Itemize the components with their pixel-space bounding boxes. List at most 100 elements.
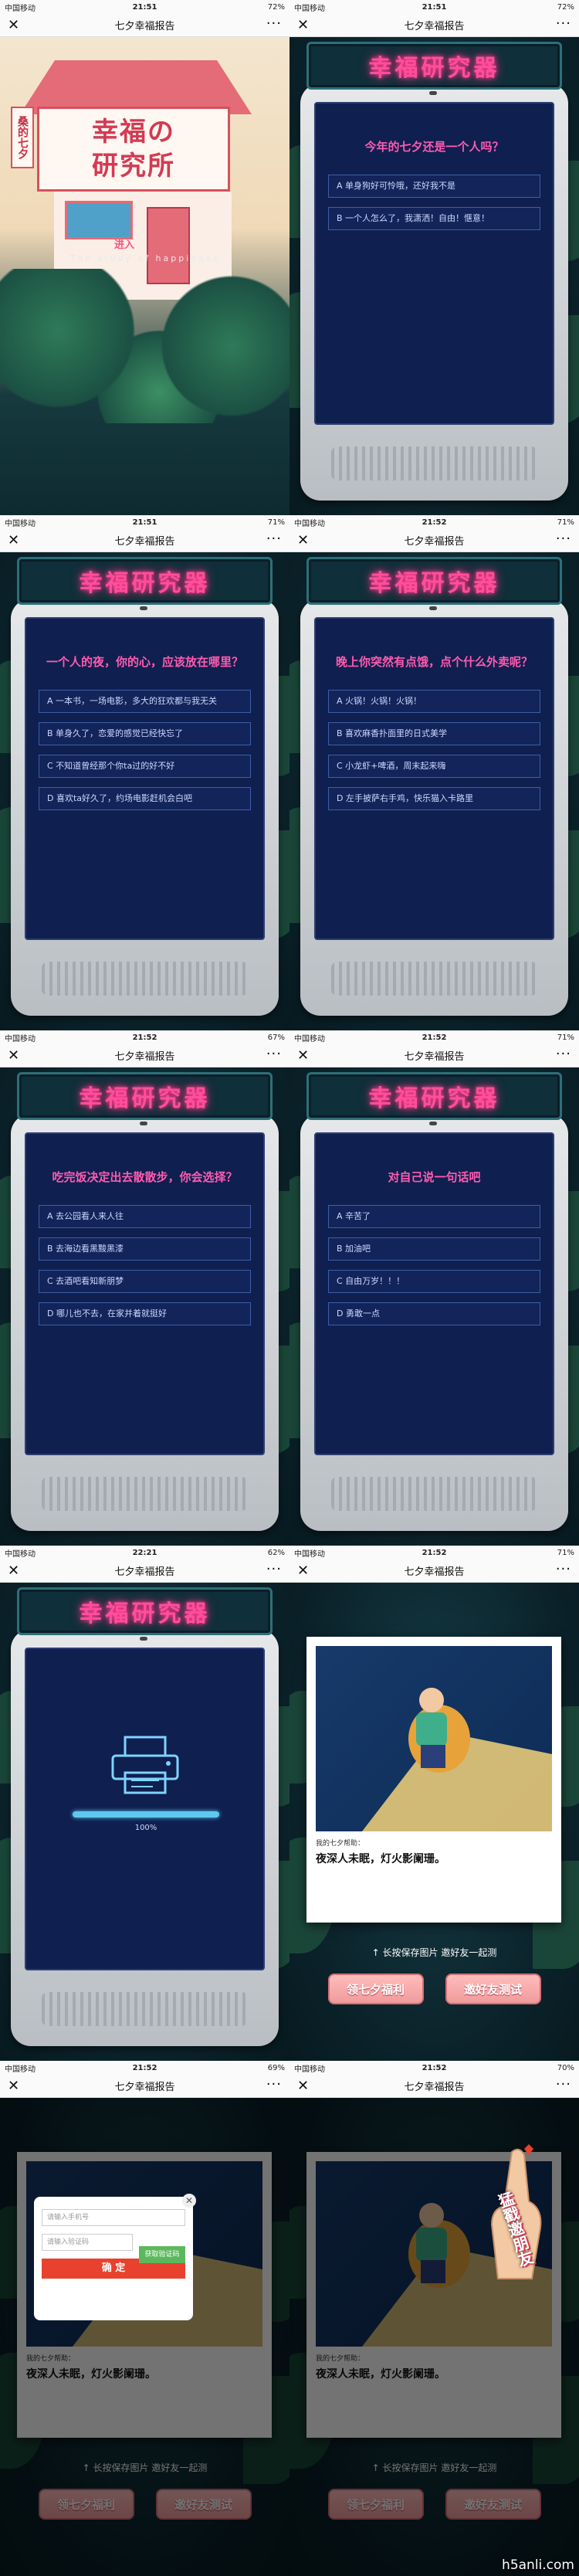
battery-level: 67% — [267, 1033, 285, 1042]
close-icon[interactable]: ✕ — [8, 532, 19, 548]
nav-bar: ✕ 七夕幸福报告 ··· — [0, 1560, 290, 1583]
close-icon[interactable]: ✕ — [8, 1047, 19, 1064]
screen-3: 中国移动 21:51 71% ✕ 七夕幸福报告 ··· 一个人的夜，你的心，应该放在哪里？ A… — [0, 515, 290, 1030]
status-time: 21:51 — [422, 2, 447, 12]
machine-device: 100% — [11, 1629, 279, 2046]
answer-option[interactable]: D 哪儿也不去，在家并着就挺好 — [39, 1302, 251, 1325]
battery-level: 71% — [557, 518, 574, 527]
dialog-close-icon[interactable]: ✕ — [182, 2194, 196, 2208]
screen-7: 中国移动 22:21 62% ✕ 七夕幸福报告 ··· 100% 幸福研究器 — [0, 1546, 290, 2061]
carrier-label: 中国移动 — [5, 519, 36, 528]
answer-option[interactable]: D 勇敢一点 — [328, 1302, 540, 1325]
carrier-label: 中国移动 — [5, 4, 36, 13]
answer-option[interactable]: C 去酒吧看知新朋梦 — [39, 1270, 251, 1293]
neon-sign: 幸福研究器 — [17, 1072, 273, 1120]
status-time: 21:52 — [422, 1033, 447, 1042]
page-title: 七夕幸福报告 — [114, 1566, 175, 1578]
status-time: 21:52 — [132, 2063, 157, 2072]
nav-bar: ✕ 七夕幸福报告 ··· — [0, 14, 290, 37]
page-title: 七夕幸福报告 — [404, 536, 465, 548]
machine-device: 晚上你突然有点饿，点个什么外卖呢？ A 火锅！火锅！火锅！ B 喜欢麻香扑面里的日式… — [300, 599, 568, 1016]
answer-option[interactable]: C 自由万岁！！！ — [328, 1270, 540, 1293]
result-poster[interactable]: 我的七夕帮助： 夜深人未眠，灯火影阑珊。 — [306, 1637, 561, 1923]
carrier-label: 中国移动 — [294, 2065, 325, 2074]
get-code-button[interactable]: 获取验证码 — [139, 2246, 185, 2263]
more-icon[interactable]: ··· — [556, 15, 571, 32]
machine-background: 一个人的夜，你的心，应该放在哪里？ A 一本书，一场电影，多大的狂欢都与我无关 B … — [0, 552, 290, 1030]
close-icon[interactable]: ✕ — [8, 17, 19, 33]
status-time: 21:51 — [132, 2, 157, 12]
question-text: 对自己说一句话吧 — [388, 1170, 481, 1184]
close-icon[interactable]: ✕ — [297, 1563, 309, 1579]
close-icon[interactable]: ✕ — [8, 2078, 19, 2094]
close-icon[interactable]: ✕ — [297, 532, 309, 548]
carrier-label: 中国移动 — [294, 4, 325, 13]
answer-option[interactable]: D 喜欢ta好久了，约场电影赶机会白吧 — [39, 787, 251, 810]
carrier-label: 中国移动 — [5, 2065, 36, 2074]
device-screen: 对自己说一句话吧 A 辛苦了 B 加油吧 C 自由万岁！！！ D 勇敢一点 — [314, 1132, 554, 1455]
more-icon[interactable]: ··· — [556, 1561, 571, 1577]
page-title: 七夕幸福报告 — [404, 2082, 465, 2093]
machine-background: 今年的七夕还是一个人吗？ A 单身狗好可怜哦，还好我不是 B 一个人怎么了，我潇洒！… — [290, 37, 579, 515]
answer-option[interactable]: C 不知道曾经那个你ta过的好不好 — [39, 755, 251, 778]
page-title: 七夕幸福报告 — [404, 1051, 465, 1063]
battery-level: 72% — [267, 2, 285, 12]
close-icon[interactable]: ✕ — [8, 1563, 19, 1579]
poster-illustration — [316, 1646, 552, 1831]
more-icon[interactable]: ··· — [266, 1561, 282, 1577]
more-icon[interactable]: ··· — [266, 1046, 282, 1062]
device-screen: 100% — [25, 1648, 265, 1970]
enter-button[interactable]: 进入 — [114, 236, 134, 251]
answer-option[interactable]: D 左手披萨右手鸡，快乐猫入卡路里 — [328, 787, 540, 810]
answer-option[interactable]: A 一本书，一场电影，多大的狂欢都与我无关 — [39, 690, 251, 713]
invite-button[interactable]: 邀好友测试 — [445, 1974, 541, 2004]
status-bar: 中国移动 21:52 70% — [290, 2061, 579, 2075]
answer-option[interactable]: A 火锅！火锅！火锅！ — [328, 690, 540, 713]
device-screen: 吃完饭决定出去散散步，你会选择？ A 去公园看人来人往 B 去海边看黑黢黑漆 C 去酒… — [25, 1132, 265, 1455]
neon-sign: 幸福研究器 — [306, 557, 562, 605]
answer-option[interactable]: B 喜欢麻香扑面里的日式美学 — [328, 722, 540, 745]
answer-option[interactable]: B 一个人怎么了，我潇洒！自由！惬意！ — [328, 207, 540, 230]
screen-4: 中国移动 21:52 71% ✕ 七夕幸福报告 ··· 晚上你突然有点饿，点个什么外卖呢？ A… — [290, 515, 579, 1030]
code-input[interactable]: 请输入验证码 — [42, 2234, 133, 2251]
poster-caption-small: 我的七夕帮助： — [316, 1840, 365, 1848]
watermark: h5anli.com — [502, 2557, 574, 2573]
screen-5: 中国移动 21:52 67% ✕ 七夕幸福报告 ··· 吃完饭决定出去散散步，你会选择？ A … — [0, 1030, 290, 1546]
nav-bar: ✕ 七夕幸福报告 ··· — [290, 1044, 579, 1067]
cover-title-line1: 幸福の — [92, 117, 175, 148]
phone-input[interactable]: 请输入手机号 — [42, 2209, 185, 2226]
more-icon[interactable]: ··· — [266, 2076, 282, 2092]
more-icon[interactable]: ··· — [266, 531, 282, 547]
more-icon[interactable]: ··· — [556, 2076, 571, 2092]
neon-sign: 幸福研究器 — [306, 42, 562, 90]
device-camera — [429, 606, 437, 610]
speaker-grille — [42, 962, 248, 996]
speaker-grille — [331, 1477, 537, 1511]
battery-level: 70% — [557, 2063, 574, 2072]
more-icon[interactable]: ··· — [556, 531, 571, 547]
share-overlay[interactable]: 猛戳邀朋友 — [290, 2098, 579, 2576]
answer-option[interactable]: A 去公园看人来人往 — [39, 1205, 251, 1228]
sign-text: 幸福研究器 — [368, 55, 500, 82]
answer-option[interactable]: A 辛苦了 — [328, 1205, 540, 1228]
more-icon[interactable]: ··· — [266, 15, 282, 32]
status-time: 21:52 — [422, 2063, 447, 2072]
screen-1: 中国移动 21:51 72% ✕ 七夕幸福报告 ··· 幸福の 研究所 桑的七夕 进入 The st… — [0, 0, 290, 515]
status-bar: 中国移动 21:51 72% — [290, 0, 579, 14]
gift-button[interactable]: 领七夕福利 — [327, 1974, 424, 2004]
more-icon[interactable]: ··· — [556, 1046, 571, 1062]
answer-option[interactable]: B 去海边看黑黢黑漆 — [39, 1237, 251, 1261]
status-bar: 中国移动 22:21 62% — [0, 1546, 290, 1560]
answer-option[interactable]: C 小龙虾+啤酒，周末起来嗨 — [328, 755, 540, 778]
close-icon[interactable]: ✕ — [297, 2078, 309, 2094]
answer-option[interactable]: B 单身久了，恋爱的感觉已经快忘了 — [39, 722, 251, 745]
page-title: 七夕幸福报告 — [114, 536, 175, 548]
nav-bar: ✕ 七夕幸福报告 ··· — [0, 2075, 290, 2098]
page-title: 七夕幸福报告 — [114, 2082, 175, 2093]
close-icon[interactable]: ✕ — [297, 17, 309, 33]
question-text: 吃完饭决定出去散散步，你会选择？ — [52, 1170, 238, 1184]
answer-option[interactable]: B 加油吧 — [328, 1237, 540, 1261]
modal-overlay: ✕ 请输入手机号 请输入验证码 获取验证码确 定 — [0, 2098, 290, 2576]
answer-option[interactable]: A 单身狗好可怜哦，还好我不是 — [328, 175, 540, 198]
close-icon[interactable]: ✕ — [297, 1047, 309, 1064]
